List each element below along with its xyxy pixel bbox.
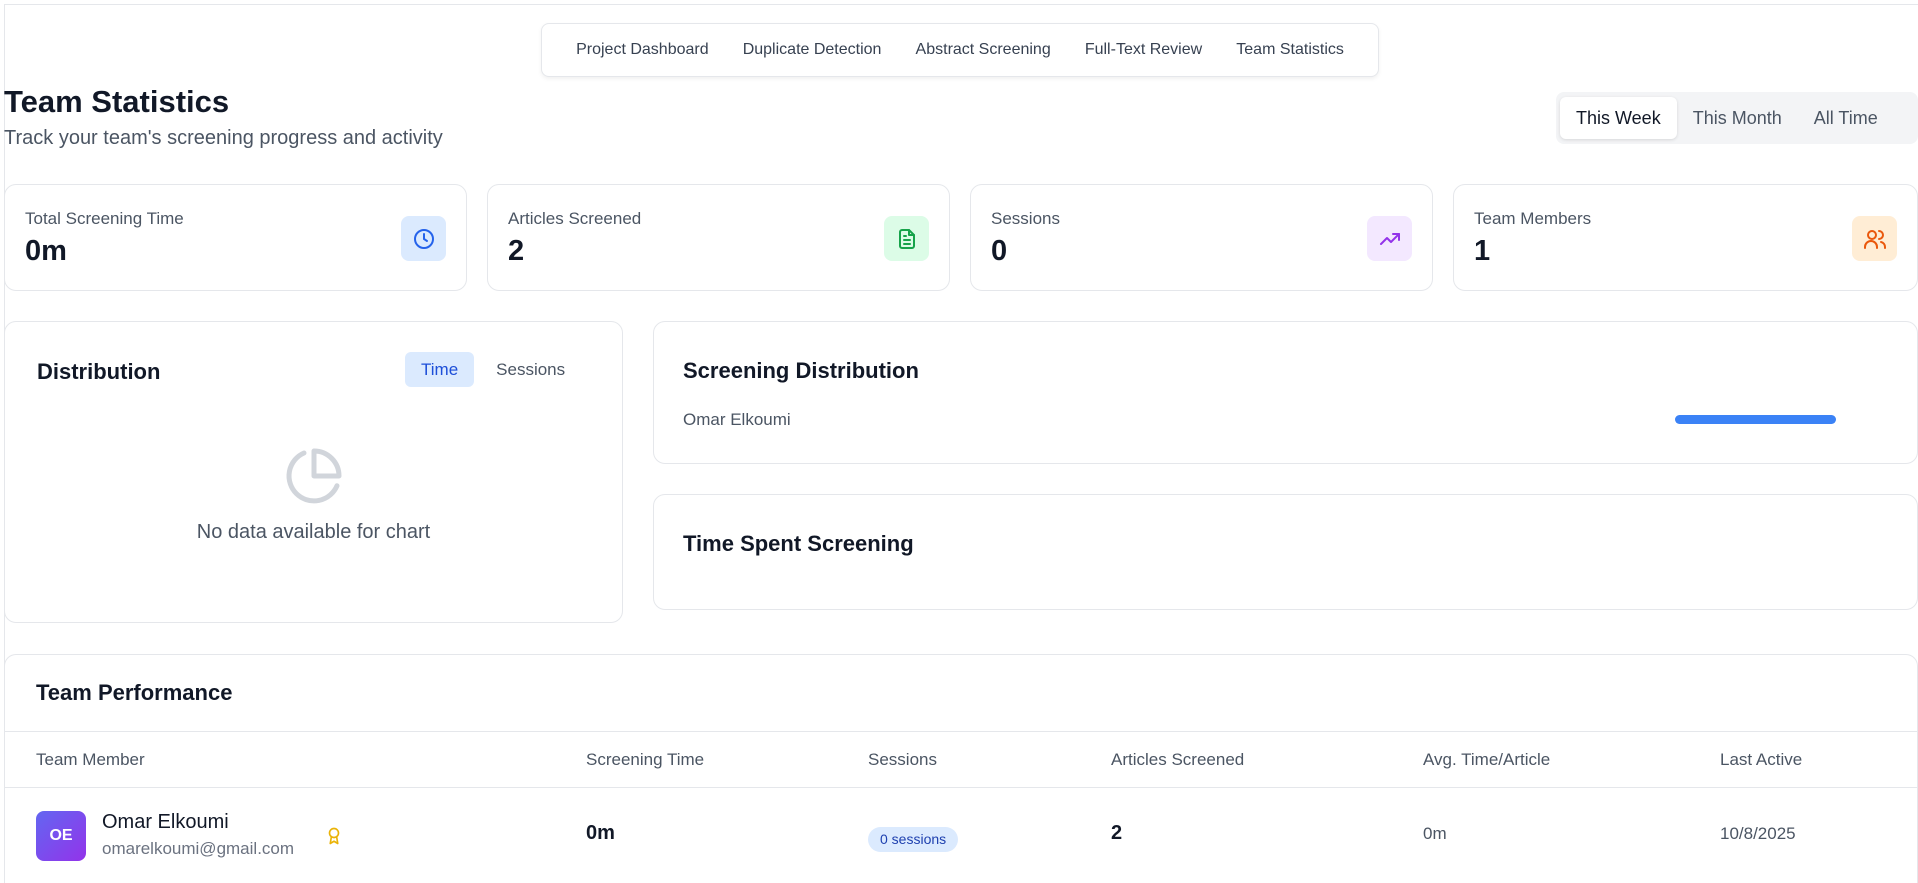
member-email: omarelkoumi@gmail.com xyxy=(102,839,295,858)
tab-time[interactable]: Time xyxy=(405,352,475,387)
nav-duplicate-detection[interactable]: Duplicate Detection xyxy=(733,35,892,65)
table-row[interactable]: OE Omar Elkoumi omarelkoumi@gmail.com 0m… xyxy=(5,788,1917,883)
stat-value: 2 xyxy=(508,235,525,267)
stat-card-total-screening-time: Total Screening Time 0m xyxy=(4,184,467,291)
time-spent-panel: Time Spent Screening xyxy=(653,494,1918,610)
nav-project-dashboard[interactable]: Project Dashboard xyxy=(566,35,719,65)
cell-articles-screened: 2 xyxy=(1111,822,1123,844)
stat-card-team-members: Team Members 1 xyxy=(1453,184,1918,291)
screening-distribution-panel: Screening Distribution Omar Elkoumi xyxy=(653,321,1918,464)
avatar: OE xyxy=(36,811,86,861)
screening-distribution-title: Screening Distribution xyxy=(683,358,919,383)
page-subtitle: Track your team's screening progress and… xyxy=(4,127,443,149)
stat-value: 0 xyxy=(991,235,1008,267)
top-nav: Project Dashboard Duplicate Detection Ab… xyxy=(541,23,1379,77)
distribution-row-name: Omar Elkoumi xyxy=(683,410,791,429)
distribution-toggle: Time Sessions xyxy=(405,352,581,387)
cell-last-active: 10/8/2025 xyxy=(1720,824,1796,843)
stat-label: Sessions xyxy=(991,209,1060,228)
member-name: Omar Elkoumi xyxy=(102,811,229,833)
column-header-articles-screened: Articles Screened xyxy=(1111,750,1245,769)
nav-team-statistics[interactable]: Team Statistics xyxy=(1226,35,1354,65)
stat-card-articles-screened: Articles Screened 2 xyxy=(487,184,950,291)
range-all-time[interactable]: All Time xyxy=(1798,97,1894,139)
table-header-row: Team Member Screening Time Sessions Arti… xyxy=(5,731,1917,788)
team-performance-title: Team Performance xyxy=(36,680,233,705)
stat-value: 1 xyxy=(1474,235,1491,267)
column-header-last-active: Last Active xyxy=(1720,750,1803,769)
stat-label: Team Members xyxy=(1474,209,1592,228)
sessions-badge: 0 sessions xyxy=(868,827,959,852)
time-range-toggle: This Week This Month All Time xyxy=(1556,92,1918,144)
time-spent-title: Time Spent Screening xyxy=(683,531,914,556)
users-icon xyxy=(1852,216,1897,261)
cell-screening-time: 0m xyxy=(586,822,615,844)
empty-chart-text: No data available for chart xyxy=(196,521,431,543)
column-header-sessions: Sessions xyxy=(868,750,937,769)
distribution-title: Distribution xyxy=(37,359,161,384)
range-this-month[interactable]: This Month xyxy=(1677,97,1798,139)
document-icon xyxy=(884,216,929,261)
column-header-screening-time: Screening Time xyxy=(586,750,705,769)
clock-icon xyxy=(401,216,446,261)
stat-card-sessions: Sessions 0 xyxy=(970,184,1433,291)
cell-avg-time: 0m xyxy=(1423,824,1447,843)
distribution-bar xyxy=(1675,415,1836,424)
tab-sessions[interactable]: Sessions xyxy=(480,352,581,387)
stat-label: Total Screening Time xyxy=(25,209,184,228)
page-title: Team Statistics xyxy=(4,84,230,119)
stat-value: 0m xyxy=(25,235,67,267)
empty-chart-state: No data available for chart xyxy=(5,446,622,544)
pie-chart-icon xyxy=(286,448,341,504)
award-icon xyxy=(325,825,343,852)
column-header-team-member: Team Member xyxy=(36,750,145,769)
range-this-week[interactable]: This Week xyxy=(1560,97,1677,139)
team-performance-panel: Team Performance Team Member Screening T… xyxy=(4,654,1918,883)
distribution-panel: Distribution Time Sessions No data avail… xyxy=(4,321,623,623)
nav-full-text-review[interactable]: Full-Text Review xyxy=(1075,35,1212,65)
stat-label: Articles Screened xyxy=(508,209,642,228)
trending-up-icon xyxy=(1367,216,1412,261)
column-header-avg-time: Avg. Time/Article xyxy=(1423,750,1551,769)
nav-abstract-screening[interactable]: Abstract Screening xyxy=(906,35,1061,65)
